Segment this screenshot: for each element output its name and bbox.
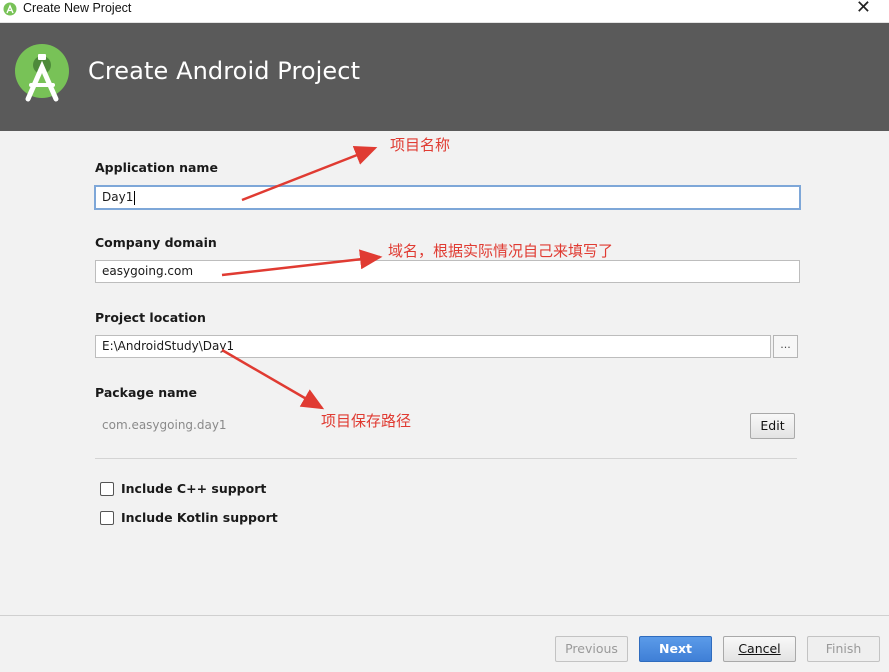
project-location-input[interactable]: E:\AndroidStudy\Day1 (95, 335, 771, 358)
project-location-label: Project location (95, 310, 206, 325)
package-name-label: Package name (95, 385, 198, 400)
include-cpp-checkbox[interactable] (100, 482, 114, 496)
application-name-value: Day1 (102, 190, 134, 204)
application-name-input[interactable]: Day1 (94, 185, 801, 210)
android-studio-logo-icon (15, 44, 69, 102)
wizard-header: Create Android Project (0, 23, 889, 131)
arrow-location (221, 348, 325, 410)
cancel-button[interactable]: Cancel (723, 636, 796, 662)
annotation-location: 项目保存路径 (321, 412, 412, 430)
include-kotlin-checkbox[interactable] (100, 511, 114, 525)
include-kotlin-label[interactable]: Include Kotlin support (121, 510, 278, 525)
include-cpp-label[interactable]: Include C++ support (121, 481, 266, 496)
close-icon[interactable]: ✕ (856, 0, 871, 18)
text-caret (134, 190, 136, 205)
company-domain-input[interactable]: easygoing.com (95, 260, 800, 283)
next-button[interactable]: Next (639, 636, 712, 662)
application-name-label: Application name (95, 160, 218, 175)
section-divider (95, 458, 797, 459)
window-title: Create New Project (23, 1, 132, 15)
edit-package-button[interactable]: Edit (750, 413, 795, 439)
ellipsis-icon: ... (780, 338, 791, 351)
window-titlebar: Create New Project ✕ (0, 0, 889, 23)
footer-divider (0, 615, 889, 616)
annotation-project-name: 项目名称 (390, 136, 451, 154)
annotation-domain: 域名，根据实际情况自己来填写了 (388, 242, 614, 260)
page-title: Create Android Project (88, 57, 361, 85)
company-domain-label: Company domain (95, 235, 217, 250)
previous-button[interactable]: Previous (555, 636, 628, 662)
package-name-value: com.easygoing.day1 (102, 418, 227, 432)
finish-button[interactable]: Finish (807, 636, 880, 662)
android-studio-icon (3, 2, 17, 16)
browse-location-button[interactable]: ... (773, 335, 798, 358)
